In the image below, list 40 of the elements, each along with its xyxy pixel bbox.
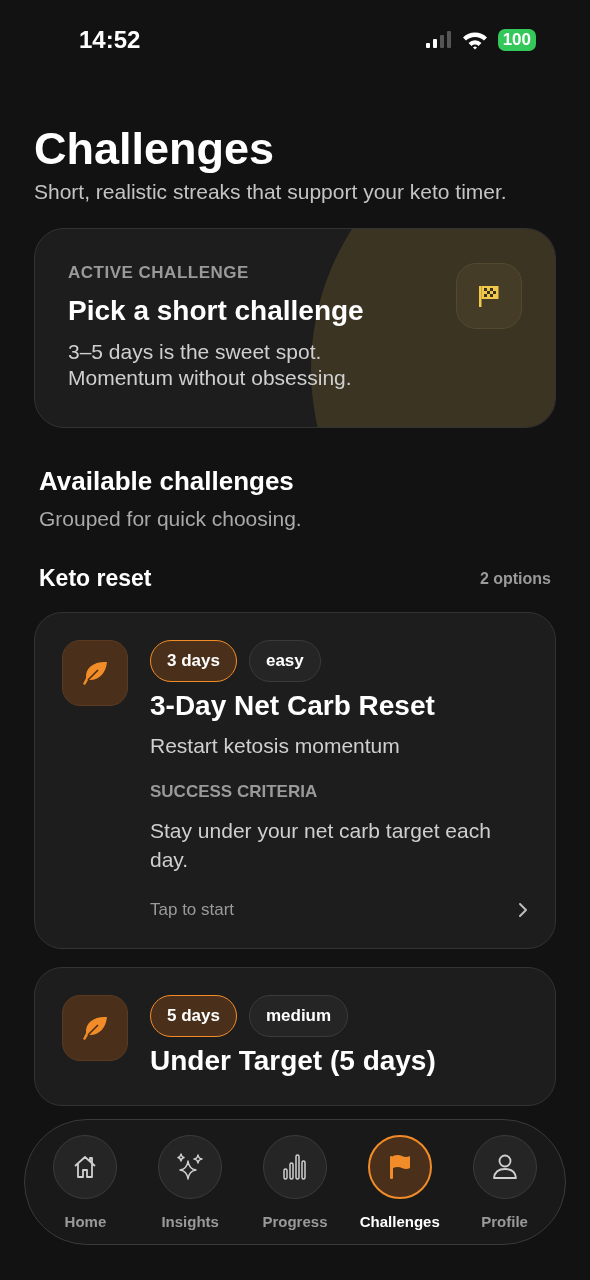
challenge-title: 3-Day Net Carb Reset [150,690,435,722]
leaf-icon [81,659,109,687]
challenge-card[interactable]: 3 days easy 3-Day Net Carb Reset Restart ketosis momentum SUCCESS CRITERIA Stay under your net carb target each day. Tap to start [34,612,556,949]
bar-chart-icon [282,1152,308,1181]
page-title: Challenges [34,124,276,174]
wifi-icon [461,30,488,50]
group-title: Keto reset [39,565,152,592]
tab-bar-item[interactable]: Challenges [349,1134,450,1230]
tab-bar-item[interactable]: Progress [245,1134,345,1230]
tag: 5 days [150,995,237,1037]
checkered-flag-icon [478,284,500,308]
sparkles-icon [175,1151,206,1182]
section-title: Available challenges [39,466,295,497]
tag: easy [248,640,321,682]
challenge-title: Under Target (5 days) [150,1045,436,1077]
flag-icon [387,1152,412,1181]
tab-bar-item[interactable]: Insights [140,1134,241,1230]
card-eyebrow: ACTIVE CHALLENGE [68,263,249,283]
card-title: Pick a short challenge [68,295,364,327]
tab-bar-item[interactable]: Home [35,1134,136,1230]
section-subtitle: Grouped for quick choosing. [39,507,303,531]
active-challenge-card[interactable]: ACTIVE CHALLENGE Pick a short challenge 3–5 days is the sweet spot. Momentum without obsessing. [34,228,556,428]
person-icon [491,1152,518,1181]
tag: medium [248,995,349,1037]
tap-to-start: Tap to start [150,900,235,920]
card-description: Momentum without obsessing. [68,365,352,391]
page-subtitle: Short, realistic streaks that support your keto timer. [34,180,508,204]
challenge-subtitle: Restart ketosis momentum [150,734,400,758]
tab-bar-item[interactable]: Profile [454,1134,555,1230]
battery-level: 100 [497,29,536,51]
criteria-text: Stay under your net carb target each day. [150,818,492,873]
options-count: 2 options [479,569,551,588]
status-time: 14:52 [79,26,141,54]
tag: 3 days [150,640,237,682]
chevron-right-icon [518,902,528,918]
criteria-label: SUCCESS CRITERIA [150,782,318,802]
challenge-card[interactable]: 5 days medium Under Target (5 days) [34,967,556,1106]
signal-icon [425,31,452,49]
leaf-icon [81,1014,109,1042]
card-description: 3–5 days is the sweet spot. [68,339,322,365]
